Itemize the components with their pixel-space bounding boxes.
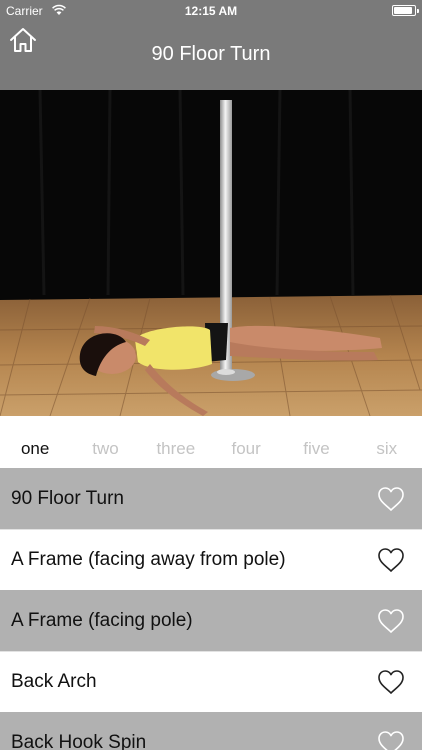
moves-list: 90 Floor Turn A Frame (facing away from … (0, 468, 422, 750)
status-time: 12:15 AM (184, 4, 238, 18)
heart-outline-icon[interactable] (377, 608, 405, 634)
move-name: A Frame (facing away from pole) (11, 549, 286, 570)
video-frame (0, 90, 422, 416)
status-bar: Carrier 12:15 AM (0, 0, 422, 22)
home-icon[interactable] (8, 26, 38, 54)
list-item[interactable]: Back Hook Spin (0, 712, 422, 750)
move-name: A Frame (facing pole) (11, 609, 193, 631)
tab-six[interactable]: six (352, 428, 422, 470)
move-video[interactable] (0, 90, 422, 416)
list-item[interactable]: Back Arch (0, 651, 422, 712)
move-name: Back Hook Spin (11, 731, 147, 750)
heart-outline-icon[interactable] (377, 730, 405, 750)
list-item[interactable]: A Frame (facing away from pole) (0, 529, 422, 590)
list-item[interactable]: 90 Floor Turn (0, 468, 422, 529)
heart-outline-icon[interactable] (377, 486, 405, 512)
page-title: 90 Floor Turn (151, 43, 271, 65)
page-tabs: one two three four five six (0, 428, 422, 470)
move-name: 90 Floor Turn (11, 487, 124, 509)
tab-one[interactable]: one (0, 428, 70, 470)
move-name: Back Arch (11, 671, 97, 692)
battery-icon (392, 5, 419, 16)
tab-four[interactable]: four (211, 428, 281, 470)
heart-outline-icon[interactable] (377, 547, 405, 573)
navigation-bar: Carrier 12:15 AM 90 Floor Turn (0, 0, 422, 90)
heart-outline-icon[interactable] (377, 669, 405, 695)
tab-five[interactable]: five (281, 428, 351, 470)
battery-level (394, 7, 412, 14)
tab-two[interactable]: two (70, 428, 140, 470)
list-item[interactable]: A Frame (facing pole) (0, 590, 422, 651)
tab-three[interactable]: three (141, 428, 211, 470)
